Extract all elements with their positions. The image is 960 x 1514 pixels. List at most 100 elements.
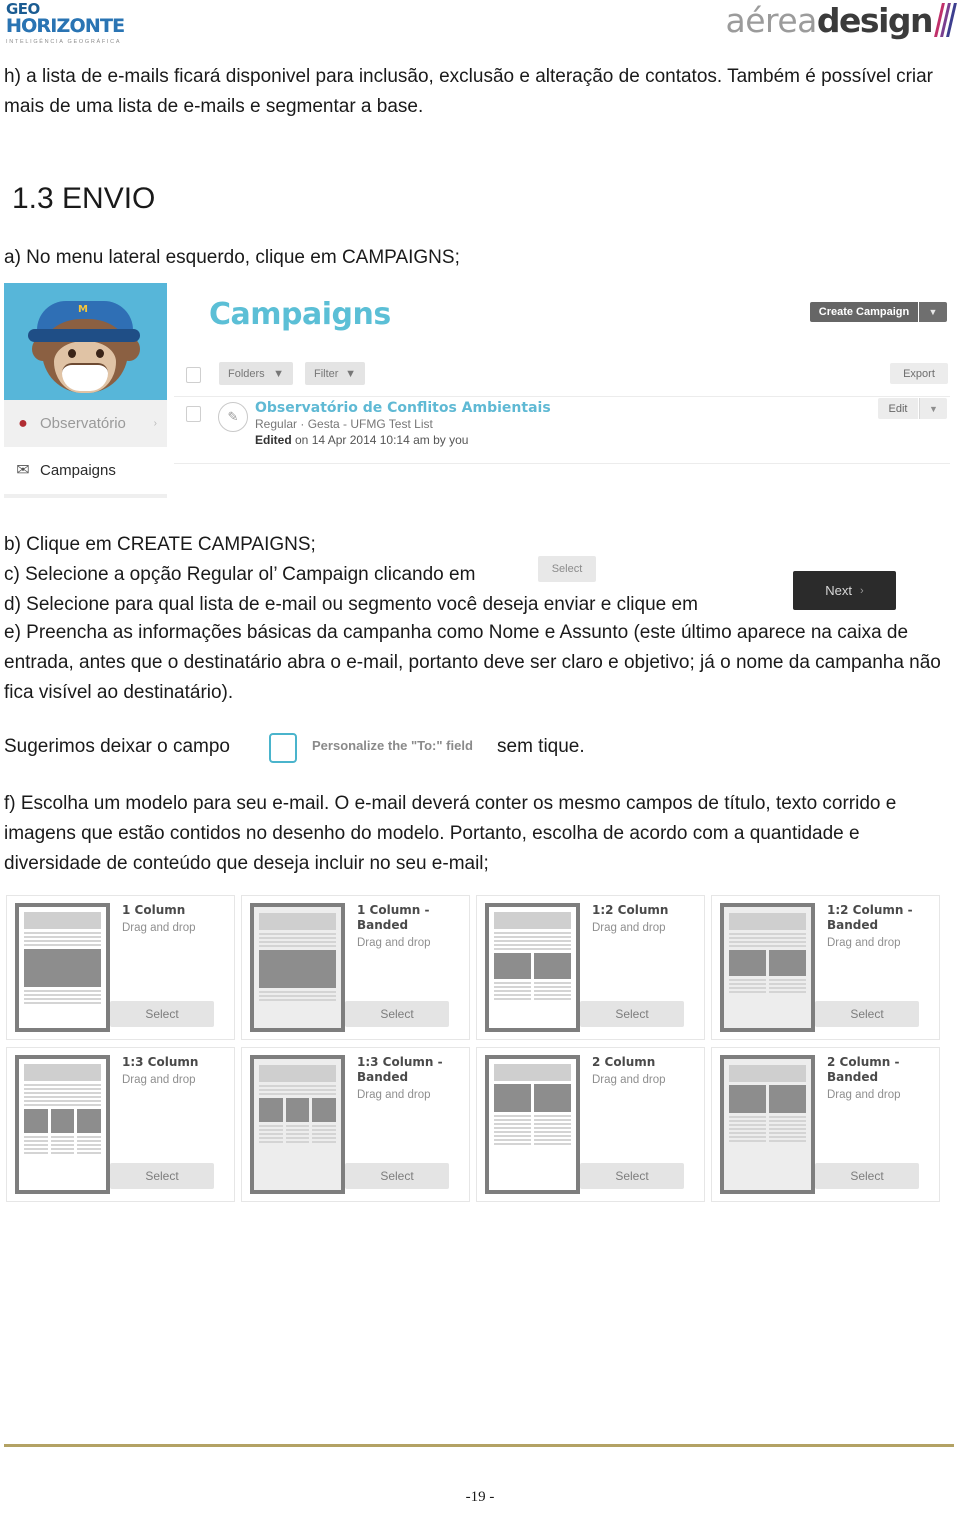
campaign-meta: Regular · Gesta - UFMG Test List <box>255 417 433 431</box>
step-a-text: a) No menu lateral esquerdo, clique em C… <box>4 247 460 268</box>
thumb-two-text-columns <box>494 982 571 1000</box>
thumb-three-text-columns <box>24 1136 102 1154</box>
select-template-button[interactable]: Select <box>815 1163 919 1189</box>
edit-button[interactable]: Edit <box>878 398 918 419</box>
create-campaign-button[interactable]: Create Campaign <box>810 302 918 322</box>
thumb-image-block <box>259 950 336 988</box>
thumb-text-lines <box>24 1084 101 1106</box>
template-info: 1:3 Column - Banded Drag and drop Select <box>345 1055 461 1194</box>
edit-dropdown-icon[interactable]: ▼ <box>919 398 947 419</box>
thumb-image-block <box>77 1109 102 1133</box>
thumb-text-lines <box>259 1085 336 1095</box>
personalize-to-field-label: Personalize the "To:" field <box>312 738 473 753</box>
chevron-down-icon: ▼ <box>273 367 284 380</box>
thumb-header-block <box>259 1065 336 1082</box>
campaign-edited-info: Edited on 14 Apr 2014 10:14 am by you <box>255 433 468 447</box>
thumb-text-lines <box>259 991 336 1001</box>
sidebar-item-campaigns[interactable]: ✉ Campaigns <box>4 447 167 494</box>
page-number: -19 - <box>465 1489 495 1505</box>
thumb-text-lines <box>494 932 571 950</box>
select-template-button[interactable]: Select <box>580 1163 684 1189</box>
thumb-image-block <box>729 1085 766 1113</box>
thumb-header-block <box>24 912 101 929</box>
template-card[interactable]: 1:3 Column - Banded Drag and drop Select <box>241 1047 470 1202</box>
template-subtitle: Drag and drop <box>592 1074 666 1086</box>
select-template-button[interactable]: Select <box>110 1001 214 1027</box>
pin-icon: ● <box>18 414 28 432</box>
chevron-down-icon: ▼ <box>345 367 356 380</box>
page-header: GEO HORIZONTE INTELIGÊNCIA GEOGRÁFICA aé… <box>0 0 960 56</box>
template-thumbnail-1-3-column <box>15 1055 110 1194</box>
template-card[interactable]: 1:2 Column - Banded Drag and drop Select <box>711 895 940 1040</box>
geo-horizonte-logo: GEO HORIZONTE INTELIGÊNCIA GEOGRÁFICA <box>6 2 166 47</box>
template-subtitle: Drag and drop <box>827 1089 901 1101</box>
select-template-button[interactable]: Select <box>345 1001 449 1027</box>
thumb-three-text-columns <box>259 1125 337 1143</box>
select-template-button[interactable]: Select <box>815 1001 919 1027</box>
template-card[interactable]: 1:3 Column Drag and drop Select <box>6 1047 235 1202</box>
template-thumbnail-1-2-column-banded <box>720 903 815 1032</box>
sidebar-bottom-strip <box>4 494 167 498</box>
list-divider-bottom <box>174 463 950 464</box>
thumb-two-text-columns <box>729 1116 806 1142</box>
logo-line-horizonte: HORIZONTE <box>6 17 166 36</box>
template-subtitle: Drag and drop <box>122 1074 196 1086</box>
logo-tagline: INTELIGÊNCIA GEOGRÁFICA <box>6 39 122 45</box>
thumb-image-block <box>729 950 766 976</box>
pencil-icon[interactable]: ✎ <box>218 402 248 432</box>
template-info: 1:2 Column Drag and drop Select <box>580 903 696 1032</box>
template-thumbnail-1-column <box>15 903 110 1032</box>
template-info: 2 Column - Banded Drag and drop Select <box>815 1055 931 1194</box>
inline-select-button[interactable]: Select <box>538 556 596 582</box>
thumb-image-block <box>24 1109 48 1133</box>
folders-dropdown[interactable]: Folders ▼ <box>219 362 293 385</box>
create-campaign-dropdown-icon[interactable]: ▼ <box>919 302 947 322</box>
thumb-text-lines <box>729 933 806 947</box>
template-card[interactable]: 2 Column Drag and drop Select <box>476 1047 705 1202</box>
template-thumbnail-1-2-column <box>485 903 580 1032</box>
thumb-header-block <box>24 1064 101 1081</box>
thumb-header-block <box>729 913 806 930</box>
section-heading: 1.3 ENVIO <box>12 182 156 215</box>
inline-next-button[interactable]: Next › <box>793 571 896 610</box>
template-card[interactable]: 2 Column - Banded Drag and drop Select <box>711 1047 940 1202</box>
thumb-image-block <box>50 1109 75 1133</box>
sidebar-item-label-campaigns: Campaigns <box>40 462 116 479</box>
select-template-button[interactable]: Select <box>580 1001 684 1027</box>
monkey-hat-brim <box>28 329 140 342</box>
template-info: 1:2 Column - Banded Drag and drop Select <box>815 903 931 1032</box>
thumb-image-block <box>312 1098 337 1122</box>
filter-label: Filter <box>314 367 339 380</box>
template-card[interactable]: 1:2 Column Drag and drop Select <box>476 895 705 1040</box>
filter-dropdown[interactable]: Filter ▼ <box>305 362 365 385</box>
template-row-1: 1 Column Drag and drop Select 1 Column -… <box>6 895 954 1040</box>
select-template-button[interactable]: Select <box>345 1163 449 1189</box>
campaign-name[interactable]: Observatório de Conflitos Ambientais <box>255 400 551 416</box>
template-info: 1 Column - Banded Drag and drop Select <box>345 903 461 1032</box>
personalize-to-field-checkbox[interactable] <box>269 733 297 763</box>
suggestion-prefix-text: Sugerimos deixar o campo <box>4 736 230 757</box>
folders-label: Folders <box>228 367 265 380</box>
step-c-text: c) Selecione a opção Regular ol’ Campaig… <box>4 564 476 585</box>
thumb-header-block <box>494 1064 571 1081</box>
select-all-checkbox[interactable] <box>186 367 201 383</box>
campaign-row-checkbox[interactable] <box>186 406 201 422</box>
template-card[interactable]: 1 Column Drag and drop Select <box>6 895 235 1040</box>
thumb-two-image-columns <box>494 1084 571 1112</box>
edited-label: Edited <box>255 433 292 447</box>
thumb-text-lines <box>24 990 101 1004</box>
sidebar-item-observatorio[interactable]: ● Observatório › <box>4 400 167 447</box>
export-button[interactable]: Export <box>890 363 948 384</box>
chevron-right-icon: › <box>860 584 864 597</box>
template-subtitle: Drag and drop <box>357 1089 431 1101</box>
template-name: 1 Column - Banded <box>357 903 430 932</box>
template-card[interactable]: 1 Column - Banded Drag and drop Select <box>241 895 470 1040</box>
template-name: 1:2 Column <box>592 903 669 917</box>
thumb-two-text-columns <box>494 1115 571 1145</box>
step-b-text: b) Clique em CREATE CAMPAIGNS; <box>4 534 316 555</box>
mailchimp-campaigns-screenshot: M ● Observatório › ✉ Campaigns Campaigns… <box>4 283 956 498</box>
select-template-button[interactable]: Select <box>110 1163 214 1189</box>
hat-badge-letter: M <box>78 304 88 315</box>
thumb-two-image-columns <box>729 950 806 976</box>
thumb-header-block <box>729 1065 806 1082</box>
